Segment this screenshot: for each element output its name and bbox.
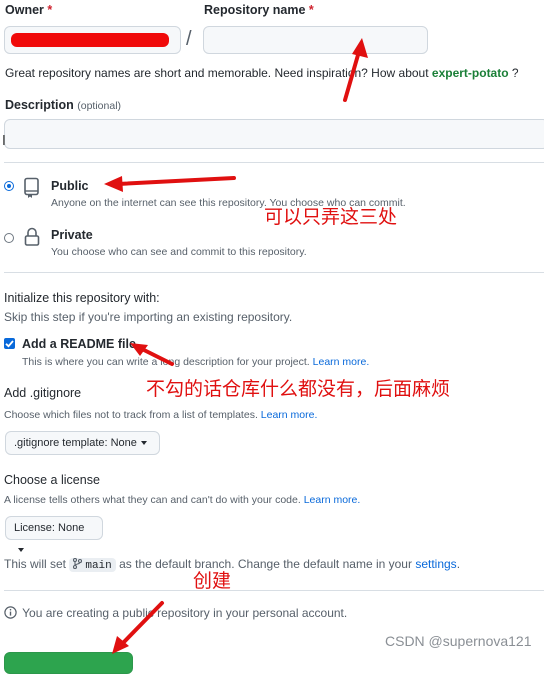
arrowhead-public [104,176,123,192]
license-button-label: License: None [14,522,85,534]
repo-book-icon [24,177,39,198]
settings-link[interactable]: settings [415,557,456,571]
info-icon [4,606,17,619]
readme-learn-more-link[interactable]: Learn more. [313,356,370,368]
branch-name: main [85,560,112,572]
description-label: Description (optional) [5,98,121,112]
public-label: Public [51,179,89,193]
arrow-to-public [116,176,236,186]
branch-prefix: This will set [4,557,67,571]
annotation-readme-note: 不勾的话仓库什么都没有，后面麻烦 [146,378,451,400]
dropdown-caret-icon [18,548,24,553]
license-heading: Choose a license [4,473,100,487]
readme-checkbox[interactable] [4,338,15,349]
default-branch-note: This will set main as the default branch… [4,557,460,572]
branch-middle: as the default branch. Change the defaul… [119,557,412,571]
description-input[interactable] [4,119,544,149]
divider-bottom [4,590,544,591]
branch-name-badge: main [69,557,116,572]
owner-redaction [11,33,169,47]
repo-required-mark: * [308,3,314,17]
readme-description: This is where you can write a long descr… [22,356,369,368]
hint-end: ? [508,66,519,80]
readme-label: Add a README file [22,337,136,351]
repo-name-label: Repository name * [204,3,314,17]
private-description: You choose who can see and commit to thi… [51,246,307,258]
private-radio[interactable] [4,233,14,243]
private-label: Private [51,228,93,242]
lock-icon [24,227,40,246]
git-branch-icon [73,557,83,570]
create-repository-button[interactable] [4,652,133,674]
description-optional: (optional) [77,100,122,112]
license-desc-text: A license tells others what they can and… [4,494,301,506]
gitignore-button-label: .gitignore template: None [14,437,137,449]
gitignore-learn-more-link[interactable]: Learn more. [261,409,318,421]
public-notice: You are creating a public repository in … [4,606,347,620]
public-radio[interactable] [4,181,14,191]
checkmark-icon [5,340,14,348]
suggested-name-link[interactable]: expert-potato [432,66,509,80]
owner-label-text: Owner [5,3,44,17]
license-learn-more-link[interactable]: Learn more. [304,494,361,506]
public-radio-dot [7,184,11,188]
divider-middle [4,272,544,273]
gitignore-template-button[interactable]: .gitignore template: None [5,431,160,455]
owner-select[interactable] [4,26,181,54]
annotation-create-note: 创建 [193,570,232,592]
owner-repo-separator: / [186,28,192,50]
init-subtext: Skip this step if you're importing an ex… [4,310,293,324]
dropdown-caret-icon [140,441,147,446]
repo-name-label-text: Repository name [204,3,306,17]
gitignore-desc-text: Choose which files not to track from a l… [4,409,258,421]
readme-desc-text: This is where you can write a long descr… [22,356,310,368]
public-notice-text: You are creating a public repository in … [22,606,348,620]
watermark: CSDN @supernova121 [385,633,532,649]
annotation-visibility-note: 可以只弄这三处 [264,206,398,228]
gitignore-heading: Add .gitignore [4,386,82,400]
gitignore-description: Choose which files not to track from a l… [4,409,317,421]
license-description: A license tells others what they can and… [4,494,360,506]
license-button[interactable]: License: None [5,516,103,553]
text-cursor-icon: I [2,134,6,149]
branch-end: . [456,557,461,571]
divider-top [4,162,544,163]
repo-name-hint: Great repository names are short and mem… [5,66,519,80]
owner-required-mark: * [47,3,53,17]
hint-text: Great repository names are short and mem… [5,66,432,80]
owner-label: Owner * [5,3,52,17]
repo-name-input[interactable] [203,26,428,54]
description-label-text: Description [5,98,74,112]
init-heading: Initialize this repository with: [4,291,160,305]
